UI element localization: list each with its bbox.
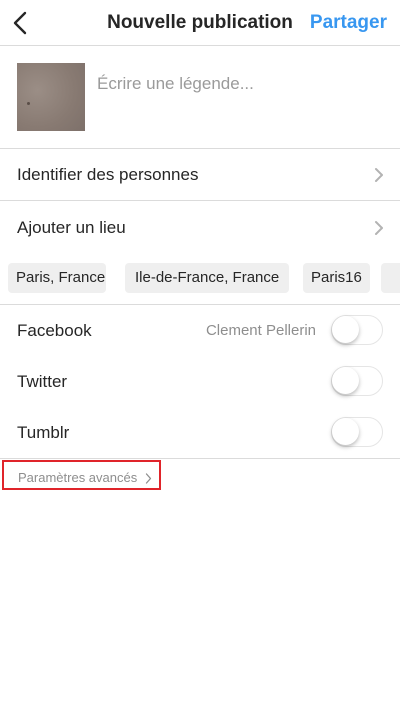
thumbnail-detail bbox=[27, 102, 30, 105]
nav-header: Nouvelle publication Partager bbox=[0, 0, 400, 46]
facebook-label: Facebook bbox=[17, 321, 92, 340]
toggle-knob bbox=[332, 316, 359, 343]
facebook-share-row: Facebook Clement Pellerin bbox=[0, 305, 400, 357]
caption-row: Écrire une légende... bbox=[0, 46, 400, 149]
add-location-label: Ajouter un lieu bbox=[17, 218, 126, 237]
chevron-right-icon bbox=[374, 167, 384, 183]
advanced-settings-link[interactable]: Paramètres avancés bbox=[2, 460, 161, 490]
toggle-knob bbox=[332, 418, 359, 445]
chevron-right-icon bbox=[145, 471, 152, 484]
location-chip-ile-de-france[interactable]: Ile-de-France, France bbox=[125, 263, 290, 293]
share-button[interactable]: Partager bbox=[310, 12, 387, 34]
caption-input[interactable]: Écrire une légende... bbox=[97, 74, 254, 94]
toggle-knob bbox=[332, 367, 359, 394]
twitter-label: Twitter bbox=[17, 372, 68, 391]
tumblr-label: Tumblr bbox=[17, 423, 70, 442]
add-location-row[interactable]: Ajouter un lieu bbox=[0, 201, 400, 253]
chevron-right-icon bbox=[374, 220, 384, 236]
advanced-settings-label: Paramètres avancés bbox=[18, 470, 138, 485]
facebook-toggle[interactable] bbox=[331, 315, 383, 345]
location-suggestions: Paris, France Ile-de-France, France Pari… bbox=[0, 253, 400, 305]
photo-thumbnail[interactable] bbox=[17, 63, 85, 131]
tumblr-toggle[interactable] bbox=[331, 417, 383, 447]
facebook-account-name: Clement Pellerin bbox=[205, 322, 316, 339]
location-chip-paris16[interactable]: Paris16 bbox=[303, 263, 370, 293]
tumblr-share-row: Tumblr bbox=[0, 408, 400, 458]
tag-people-row[interactable]: Identifier des personnes bbox=[0, 149, 400, 201]
location-chip-paris[interactable]: Paris, France bbox=[8, 263, 106, 293]
section-divider bbox=[0, 458, 400, 459]
tag-people-label: Identifier des personnes bbox=[17, 165, 199, 184]
twitter-toggle[interactable] bbox=[331, 366, 383, 396]
location-chip-overflow[interactable] bbox=[381, 263, 400, 293]
twitter-share-row: Twitter bbox=[0, 356, 400, 408]
